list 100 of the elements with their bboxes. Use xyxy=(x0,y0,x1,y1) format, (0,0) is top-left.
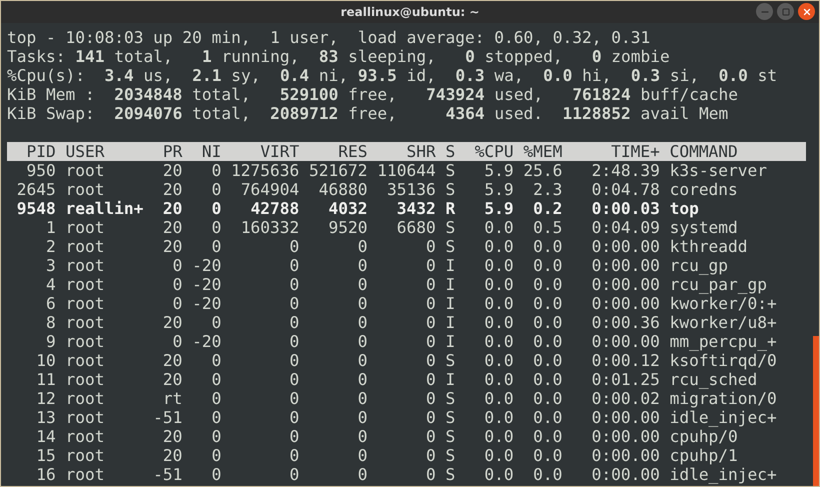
table-cell-text: 20 xyxy=(162,370,182,389)
table-cell-text: 3 xyxy=(44,256,56,275)
table-cell: rcu_par_gp xyxy=(670,275,768,294)
column-header: TIME+ xyxy=(610,142,660,161)
table-cell-text: 0.0 xyxy=(532,332,562,351)
summary-line: %Cpu(s): 3.4 us, 2.1 sy, 0.4 ni, 93.5 id, 0.3 wa, 0.0 hi, 0.3 si, 0.0 st xyxy=(7,66,778,85)
table-cell-text: 11 xyxy=(35,370,56,389)
table-cell-text: 5.9 xyxy=(483,180,514,199)
table-cell-text: 4 xyxy=(44,275,56,294)
table-cell-text: 0:00.00 xyxy=(590,237,660,256)
table-cell-text: 0:00.00 xyxy=(590,427,660,446)
close-button[interactable] xyxy=(798,3,815,20)
table-cell-text: 0 xyxy=(424,389,436,408)
table-cell-text: 0 xyxy=(210,199,222,218)
table-cell-text: 160332 xyxy=(240,218,300,237)
table-cell-text: 4032 xyxy=(328,199,368,218)
table-cell-text: 0 xyxy=(210,218,222,237)
table-cell-text: 2.3 xyxy=(532,180,562,199)
table-cell-text: 0 xyxy=(210,237,222,256)
table-cell-text: 0 xyxy=(288,332,300,351)
table-cell-text: 8 xyxy=(44,313,56,332)
table-cell: S xyxy=(445,161,456,180)
table-cell-text: 0:00.12 xyxy=(590,351,660,370)
summary-line: Tasks: 141 total, 1 running, 83 sleeping, 0 stopped, 0 zombie xyxy=(7,47,670,66)
table-cell-text: 0.0 xyxy=(483,218,514,237)
table-cell-text: 0 xyxy=(356,294,368,313)
table-cell-text: 0 xyxy=(424,275,436,294)
table-cell: S xyxy=(445,180,456,199)
table-cell-text: root xyxy=(65,408,106,427)
table-cell-text: 20 xyxy=(162,446,182,465)
table-cell-text: 25.6 xyxy=(522,161,562,180)
table-cell: migration/0 xyxy=(670,389,777,408)
table-cell-text: root xyxy=(65,370,106,389)
table-cell-text: 0.0 xyxy=(532,294,562,313)
table-cell-text: 0 xyxy=(172,275,182,294)
table-cell-text: 0.0 xyxy=(532,427,562,446)
table-cell-text: 0 xyxy=(288,294,300,313)
table-cell-text: 0 xyxy=(288,237,300,256)
summary-line: KiB Mem : 2034848 total, 529100 free, 743924 used, 761824 buff/cache xyxy=(7,85,738,104)
table-cell-text: 46880 xyxy=(318,180,368,199)
table-cell-text: 0:01.25 xyxy=(590,370,660,389)
table-cell-text: 0 xyxy=(288,275,300,294)
table-cell: I xyxy=(445,275,456,294)
table-cell-text: 9 xyxy=(44,332,56,351)
table-cell-text: 0.0 xyxy=(483,275,514,294)
table-cell-text: 0 xyxy=(424,465,436,484)
table-cell-text: 20 xyxy=(162,351,182,370)
table-cell-text: 0 xyxy=(424,237,436,256)
table-cell-text: 0.0 xyxy=(483,313,514,332)
table-cell-text: -20 xyxy=(191,294,222,313)
table-cell: coredns xyxy=(670,180,738,199)
table-cell-text: 2:48.39 xyxy=(590,161,660,180)
table-cell-text: 0 xyxy=(288,446,300,465)
table-cell-text: 110644 xyxy=(376,161,436,180)
table-cell-text: 0 xyxy=(356,237,368,256)
table-cell-text: 12 xyxy=(35,389,56,408)
table-cell: S xyxy=(445,389,456,408)
column-header: SHR xyxy=(405,142,436,161)
table-cell-text: 0.0 xyxy=(532,446,562,465)
minimize-button[interactable] xyxy=(756,3,773,20)
table-cell-text: root xyxy=(65,218,106,237)
table-cell-text: 0:00.02 xyxy=(590,389,660,408)
table-cell-text: 0 xyxy=(424,294,436,313)
table-cell-text: 0 xyxy=(424,408,436,427)
table-cell-text: 0 xyxy=(172,294,182,313)
table-cell-text: 5.9 xyxy=(483,161,514,180)
table-cell-text: 0.2 xyxy=(532,199,562,218)
table-cell-text: 0.0 xyxy=(483,294,514,313)
table-cell-text: 0.0 xyxy=(532,275,562,294)
table-cell-text: 0 xyxy=(424,351,436,370)
table-cell-text: root xyxy=(65,180,106,199)
table-cell-text: 0 xyxy=(210,465,222,484)
table-cell: I xyxy=(445,370,456,389)
table-cell-text: 6 xyxy=(44,294,56,313)
table-cell-text: 2 xyxy=(44,237,56,256)
table-cell: I xyxy=(445,332,456,351)
table-cell-text: 0:00.00 xyxy=(590,408,660,427)
table-cell-text: 0.0 xyxy=(483,408,514,427)
table-cell: ksoftirqd/0 xyxy=(670,351,777,370)
maximize-icon xyxy=(782,8,790,16)
close-icon xyxy=(802,6,812,16)
scrollbar[interactable] xyxy=(813,336,819,486)
table-cell-text: 0 xyxy=(424,427,436,446)
table-cell: cpuhp/0 xyxy=(670,427,738,446)
table-cell-text: rt xyxy=(162,389,182,408)
table-cell: k3s-server xyxy=(670,161,768,180)
table-cell-text: 0 xyxy=(424,313,436,332)
table-cell-text: root xyxy=(65,275,106,294)
table-cell-text: 20 xyxy=(162,313,182,332)
column-header: RES xyxy=(337,142,368,161)
table-cell: kworker/u8+ xyxy=(670,313,777,332)
table-cell-text: 14 xyxy=(35,427,56,446)
table-cell-text: 9548 xyxy=(16,199,56,218)
table-cell: systemd xyxy=(670,218,738,237)
table-cell-text: 0.0 xyxy=(483,427,514,446)
table-cell-text: 521672 xyxy=(308,161,368,180)
table-cell-text: 20 xyxy=(162,218,182,237)
column-header: PR xyxy=(162,142,182,161)
table-cell: S xyxy=(445,218,456,237)
table-cell-text: 0 xyxy=(356,370,368,389)
